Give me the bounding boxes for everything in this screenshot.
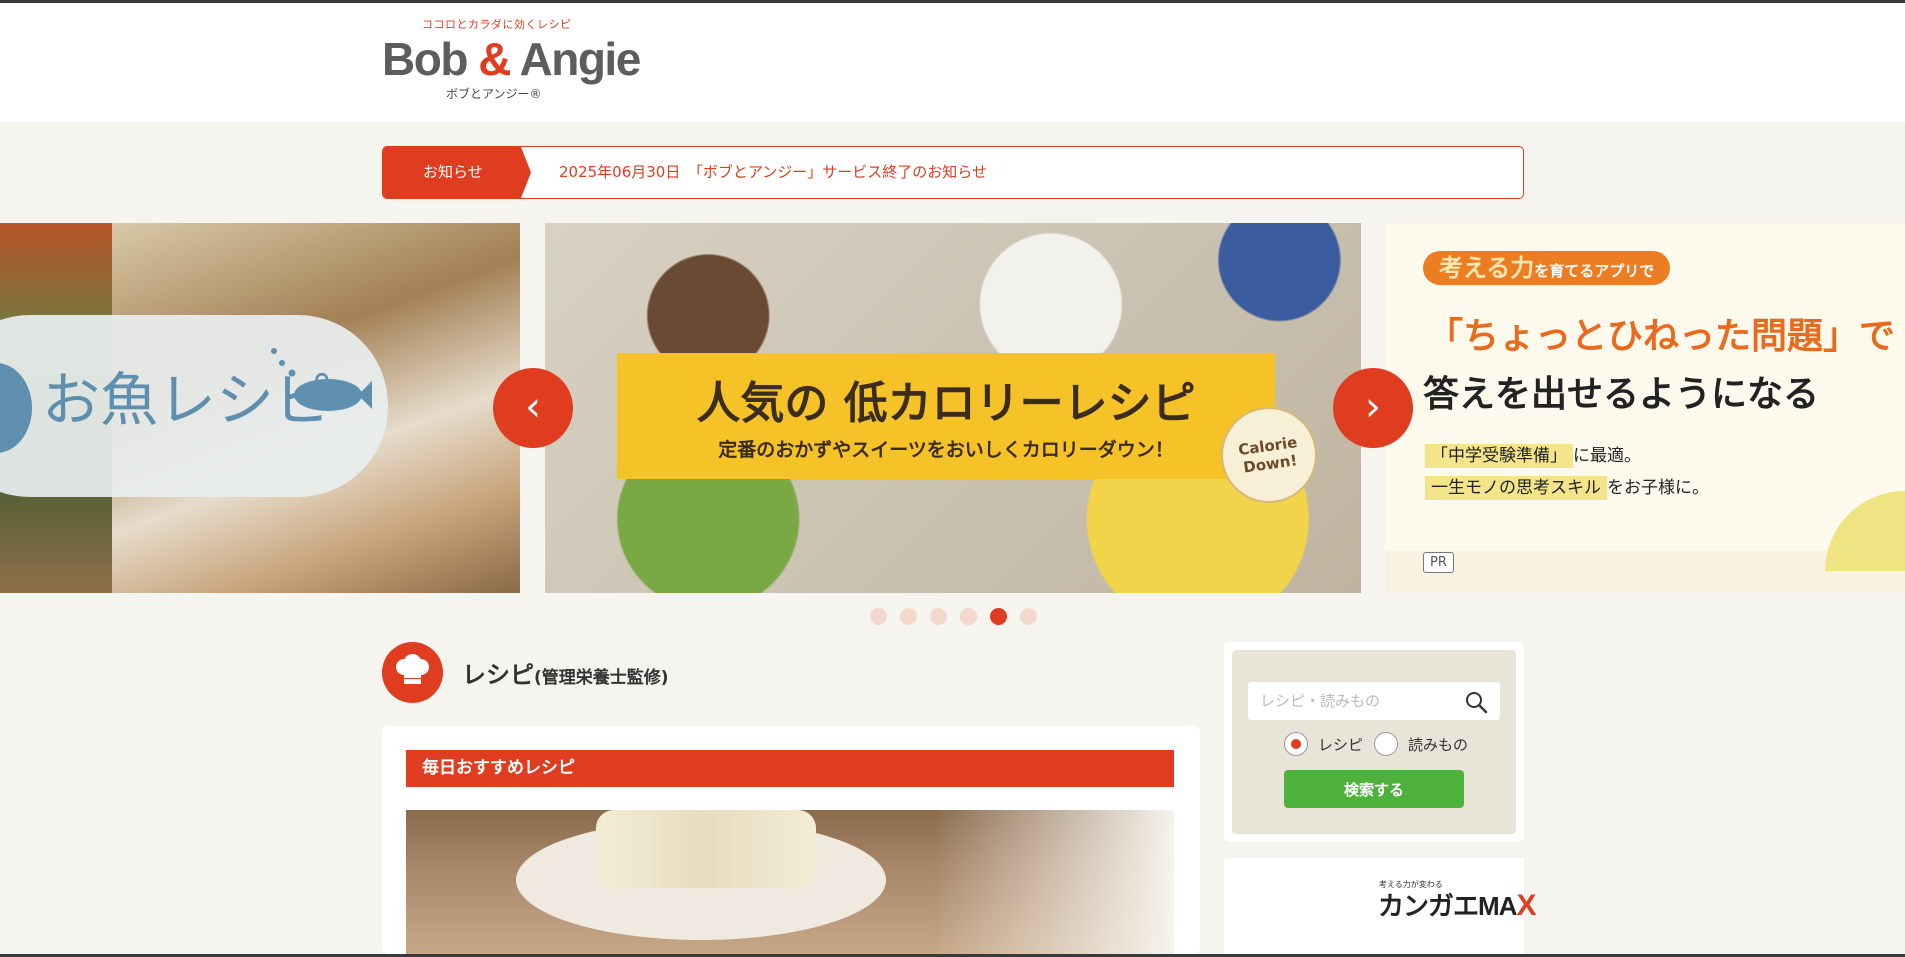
ad-logo-x: X [1516,889,1536,922]
slider-dot-6[interactable] [1020,608,1037,625]
daily-recipe-photo[interactable] [406,810,1174,954]
pr-tag-small: を育てるアプリで [1534,262,1655,280]
search-input[interactable] [1248,682,1500,720]
ad-logo: カンガエMAX [1378,886,1536,923]
pr-line-2: 一生モノの思考スキル をお子様に。 [1425,473,1709,500]
logo-bob: Bob [382,33,468,85]
slider-prev-button[interactable]: ‹ [493,368,573,448]
search-icon[interactable] [1464,690,1488,714]
slider-dot-5[interactable] [990,608,1007,625]
site-logo[interactable]: ココロとカラダに効くレシピ Bob & Angie ボブとアンジー® [382,16,641,106]
pr-badge: PR [1423,552,1454,573]
site-header: ココロとカラダに効くレシピ Bob & Angie ボブとアンジー® [0,3,1905,122]
radio-reading-circle[interactable] [1374,732,1398,756]
pr-tag-big: 考える力 [1439,254,1535,282]
news-link[interactable]: 2025年06月30日 「ボブとアンジー」サービス終了のお知らせ [559,147,987,198]
pr-decoration [1825,491,1905,571]
search-button[interactable]: 検索する [1284,770,1464,808]
radio-reading-label: 読みもの [1408,736,1469,754]
pr-line-2-rest: をお子様に。 [1607,478,1709,498]
logo-wordmark: Bob & Angie [382,33,642,85]
news-label: お知らせ [383,147,531,198]
ad-banner[interactable]: 考える力が変わる カンガエMAX [1224,858,1536,954]
daily-recipe-card: 毎日おすすめレシピ [382,726,1200,954]
slide-low-calorie[interactable]: 人気の 低カロリーレシピ 定番のおかずやスイーツをおいしくカロリーダウン！ Ca… [545,223,1361,593]
daily-recipe-bar: 毎日おすすめレシピ [406,750,1174,787]
recipe-photo-light [934,810,1174,954]
slider-dot-3[interactable] [930,608,947,625]
recipes-heading: レシピ(管理栄養士監修) [462,655,669,690]
recipes-title: レシピ [462,661,534,689]
slide-fish-recipes[interactable]: お魚レシピ [0,223,520,593]
logo-ampersand: & [478,33,511,85]
search-panel: レシピ 読みもの 検索する [1224,642,1524,842]
search-panel-inner: レシピ 読みもの 検索する [1232,650,1516,834]
radio-recipe-circle[interactable] [1284,732,1308,756]
chef-hat-icon [382,642,443,703]
low-calorie-banner: 人気の 低カロリーレシピ 定番のおかずやスイーツをおいしくカロリーダウン！ [617,353,1275,479]
pr-line-1-highlight: 「中学受験準備」 [1425,444,1573,468]
pr-headline-2: 答えを出せるようになる [1423,374,1820,415]
pr-line-1: 「中学受験準備」 に最適。 [1425,441,1641,468]
recipe-food [596,810,816,888]
pr-line-1-rest: に最適。 [1573,446,1641,466]
ad-logo-text: カンガエMA [1378,891,1517,921]
slider-next-button[interactable]: › [1333,368,1413,448]
radio-recipe-label: レシピ [1318,736,1364,754]
logo-angie: Angie [519,33,642,85]
pr-line-2-highlight: 一生モノの思考スキル [1425,476,1607,500]
slide-pr-app[interactable]: 考える力を育てるアプリで 「ちょっとひねった問題」で 答えを出せるようになる 「… [1385,223,1905,593]
slider-dot-2[interactable] [900,608,917,625]
chef-hat-icon-svg [396,654,429,684]
slider-dot-4[interactable] [960,608,977,625]
recipes-title-sub: (管理栄養士監修) [534,668,669,688]
pr-tag: 考える力を育てるアプリで [1423,251,1671,285]
logo-tagline: ココロとカラダに効くレシピ [422,18,572,31]
low-calorie-subtitle: 定番のおかずやスイーツをおいしくカロリーダウン！ [718,439,1174,461]
slider-dot-1[interactable] [870,608,887,625]
low-calorie-title: 人気の 低カロリーレシピ [696,378,1196,429]
logo-katakana: ボブとアンジー® [446,87,542,101]
fish-icon [271,348,372,411]
pr-headline-1: 「ちょっとひねった問題」で [1427,316,1896,357]
news-bar[interactable]: お知らせ 2025年06月30日 「ボブとアンジー」サービス終了のお知らせ [382,146,1524,199]
